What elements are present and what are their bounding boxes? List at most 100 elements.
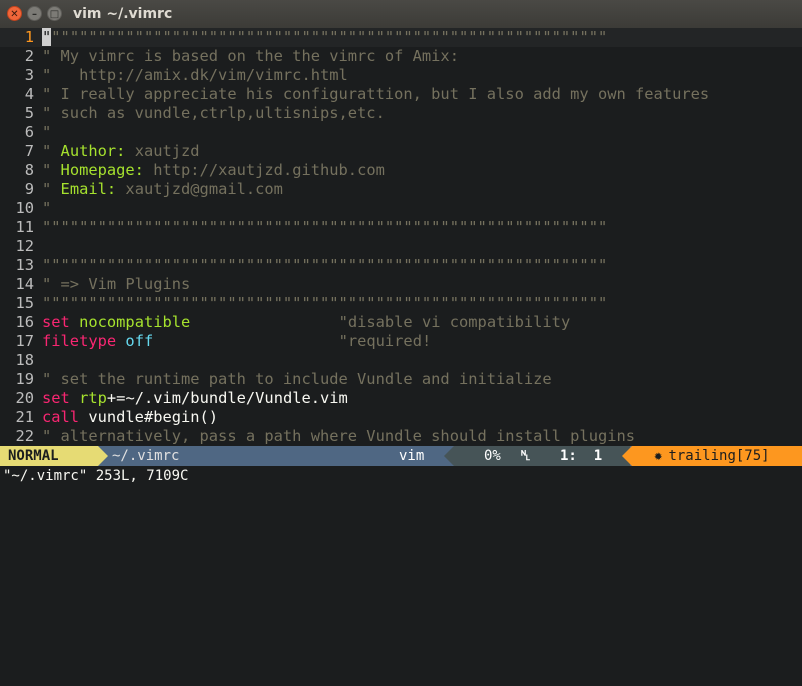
- powerline-separator-icon: [444, 446, 454, 466]
- code-token: ": [42, 161, 61, 179]
- code-token: " I really appreciate his configurattion…: [42, 85, 710, 103]
- text-cursor: ": [42, 28, 52, 46]
- mode-indicator: NORMAL: [0, 446, 98, 466]
- code-token: +=~/.vim/bundle/Vundle.vim: [106, 389, 348, 407]
- code-line[interactable]: 3 " http://amix.dk/vim/vimrc.html: [0, 66, 802, 85]
- status-warning: ✹ trailing[75]: [632, 446, 802, 466]
- code-token: """"""""""""""""""""""""""""""""""""""""…: [42, 294, 608, 312]
- editor-buffer[interactable]: 1 """""""""""""""""""""""""""""""""""""""…: [0, 28, 802, 446]
- line-number: 3: [24, 66, 34, 84]
- code-token: """"""""""""""""""""""""""""""""""""""""…: [51, 28, 608, 46]
- code-token: rtp: [79, 389, 107, 407]
- code-token: "required!: [338, 332, 432, 350]
- line-number: 5: [24, 104, 34, 122]
- code-line[interactable]: 9 " Email: xautjzd@gmail.com: [0, 180, 802, 199]
- line-number: 13: [15, 256, 34, 274]
- code-token: vundle#begin(): [79, 408, 219, 426]
- code-line[interactable]: 2 " My vimrc is based on the the vimrc of…: [0, 47, 802, 66]
- close-icon[interactable]: ✕: [7, 6, 22, 21]
- code-line[interactable]: 11 """"""""""""""""""""""""""""""""""""""…: [0, 218, 802, 237]
- code-line[interactable]: 12: [0, 237, 802, 256]
- status-cursor-position: 1: 1: [560, 448, 603, 464]
- code-line[interactable]: 16 set nocompatible "disable vi compatibi…: [0, 313, 802, 332]
- status-filename: ~/.vimrc: [112, 448, 180, 464]
- status-line: NORMAL ~/.vimrc vim 0% ␤ 1: 1 ✹ trailing[…: [0, 446, 802, 466]
- line-number: 14: [15, 275, 34, 293]
- code-token: """"""""""""""""""""""""""""""""""""""""…: [42, 256, 608, 274]
- line-number: 12: [15, 237, 34, 255]
- code-token: " => Vim Plugins: [42, 275, 191, 293]
- line-number: 19: [15, 370, 34, 388]
- trailing-warning: trailing[75]: [668, 448, 770, 464]
- status-filetype: vim: [399, 448, 425, 464]
- powerline-separator-icon: [622, 446, 632, 466]
- code-token: set: [42, 389, 70, 407]
- code-line[interactable]: 14 " => Vim Plugins: [0, 275, 802, 294]
- code-token: http://xautjzd.github.com: [143, 161, 385, 179]
- line-number: 2: [24, 47, 34, 65]
- code-token: xautjzd: [125, 142, 200, 160]
- code-token: set: [42, 313, 70, 331]
- line-number: 17: [15, 332, 34, 350]
- window-titlebar: ✕ – □ vim ~/.vimrc: [0, 0, 802, 28]
- minimize-icon[interactable]: –: [27, 6, 42, 21]
- code-token: ": [42, 199, 52, 217]
- code-token: " My vimrc is based on the the vimrc of …: [42, 47, 459, 65]
- line-number: 16: [15, 313, 34, 331]
- line-number: 4: [24, 85, 34, 103]
- code-token: xautjzd@gmail.com: [116, 180, 283, 198]
- code-token: """"""""""""""""""""""""""""""""""""""""…: [42, 218, 608, 236]
- maximize-icon[interactable]: □: [47, 6, 62, 21]
- code-token: " alternatively, pass a path where Vundl…: [42, 427, 636, 445]
- code-line[interactable]: 20 set rtp+=~/.vim/bundle/Vundle.vim: [0, 389, 802, 408]
- line-number: 8: [24, 161, 34, 179]
- code-line[interactable]: 22 " alternatively, pass a path where Vun…: [0, 427, 802, 446]
- line-number: 21: [15, 408, 34, 426]
- status-position-box: [454, 446, 630, 466]
- code-token: off: [125, 332, 154, 350]
- code-line[interactable]: 15 """"""""""""""""""""""""""""""""""""""…: [0, 294, 802, 313]
- line-number: 9: [24, 180, 34, 198]
- code-token: Email:: [60, 180, 117, 198]
- line-number: 1: [24, 28, 34, 46]
- code-token: "disable vi compatibility: [338, 313, 571, 331]
- line-number: 7: [24, 142, 34, 160]
- code-token: call: [42, 408, 80, 426]
- code-token: Author:: [60, 142, 126, 160]
- command-line[interactable]: "~/.vimrc" 253L, 7109C: [0, 466, 802, 486]
- code-token: ": [42, 180, 61, 198]
- line-number: 18: [15, 351, 34, 369]
- status-percent: 0%: [484, 448, 501, 464]
- code-line[interactable]: 19 " set the runtime path to include Vund…: [0, 370, 802, 389]
- code-line[interactable]: 7 " Author: xautjzd: [0, 142, 802, 161]
- code-token: " http://amix.dk/vim/vimrc.html: [42, 66, 348, 84]
- code-token: Homepage:: [60, 161, 144, 179]
- line-number: 20: [15, 389, 34, 407]
- code-line[interactable]: 5 " such as vundle,ctrlp,ultisnips,etc.: [0, 104, 802, 123]
- code-line[interactable]: 8 " Homepage: http://xautjzd.github.com: [0, 161, 802, 180]
- code-line[interactable]: 6 ": [0, 123, 802, 142]
- code-line[interactable]: 4 " I really appreciate his configurattio…: [0, 85, 802, 104]
- code-line[interactable]: 18: [0, 351, 802, 370]
- code-line[interactable]: 10 ": [0, 199, 802, 218]
- line-number: 10: [15, 199, 34, 217]
- code-line[interactable]: 13 """"""""""""""""""""""""""""""""""""""…: [0, 256, 802, 275]
- code-token: " such as vundle,ctrlp,ultisnips,etc.: [42, 104, 385, 122]
- warning-icon: ✹: [654, 448, 663, 464]
- code-token: ": [42, 142, 61, 160]
- line-number: 22: [15, 427, 34, 445]
- code-token: filetype: [42, 332, 117, 350]
- line-number: 11: [15, 218, 34, 236]
- code-line[interactable]: 17 filetype off "required!: [0, 332, 802, 351]
- code-line[interactable]: 1 """""""""""""""""""""""""""""""""""""""…: [0, 28, 802, 47]
- code-token: ": [42, 123, 52, 141]
- line-number: 15: [15, 294, 34, 312]
- code-token: " set the runtime path to include Vundle…: [42, 370, 552, 388]
- line-number: 6: [24, 123, 34, 141]
- code-line[interactable]: 21 call vundle#begin(): [0, 408, 802, 427]
- code-token: nocompatible: [79, 313, 191, 331]
